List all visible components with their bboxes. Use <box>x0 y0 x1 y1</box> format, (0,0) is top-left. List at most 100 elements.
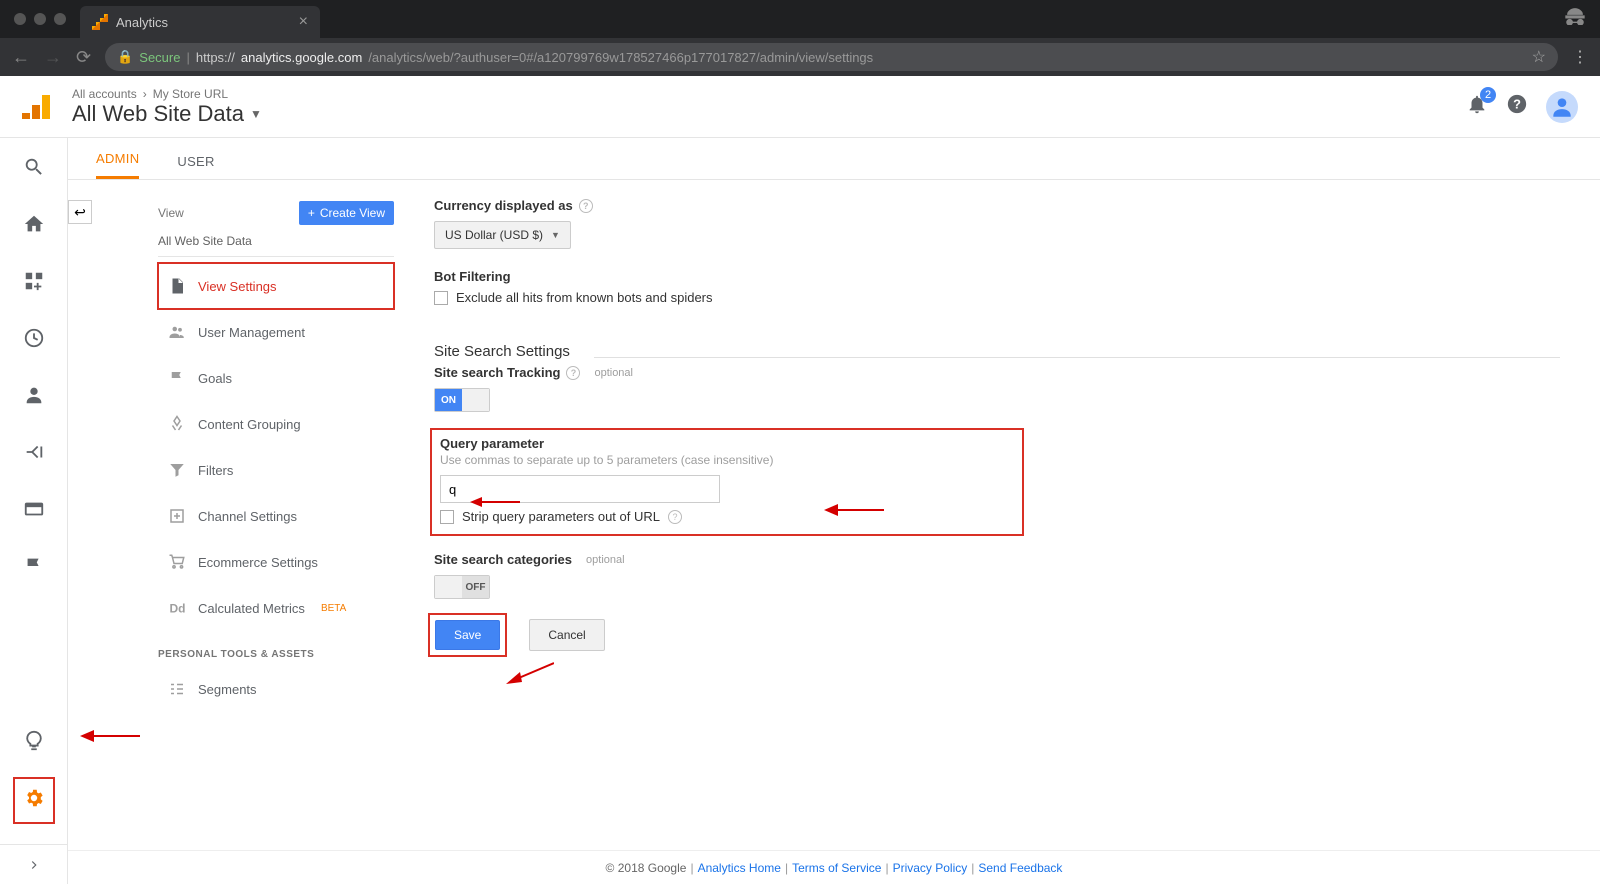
lightbulb-icon <box>23 730 45 752</box>
person-icon <box>23 384 45 406</box>
svg-text:Dd: Dd <box>170 602 186 616</box>
help-icon[interactable]: ? <box>668 510 682 524</box>
footer-link[interactable]: Send Feedback <box>978 861 1062 875</box>
footer-link[interactable]: Analytics Home <box>698 861 781 875</box>
tab-admin[interactable]: ADMIN <box>96 141 139 179</box>
rail-expand[interactable] <box>0 844 67 884</box>
optional-tag: optional <box>586 554 625 566</box>
menu-label: Ecommerce Settings <box>198 555 318 570</box>
url-field[interactable]: 🔒 Secure | https://analytics.google.com/… <box>105 43 1558 71</box>
cancel-button[interactable]: Cancel <box>529 619 604 651</box>
url-prefix: https:// <box>196 50 235 65</box>
bot-filtering-label: Bot Filtering <box>434 269 1560 284</box>
menu-view-settings[interactable]: View Settings <box>158 263 394 309</box>
app-header: All accounts › My Store URL All Web Site… <box>0 76 1600 138</box>
page-icon <box>168 277 186 295</box>
query-param-input[interactable] <box>440 475 720 503</box>
currency-label: Currency displayed as ? <box>434 198 1560 213</box>
rail-conversions[interactable] <box>23 555 45 582</box>
browser-tab[interactable]: Analytics × <box>80 6 320 38</box>
rail-home[interactable] <box>23 213 45 240</box>
traffic-lights <box>0 13 80 25</box>
categories-toggle[interactable]: OFF <box>434 575 490 599</box>
tab-user[interactable]: USER <box>177 144 214 179</box>
incognito-icon <box>1564 7 1586 31</box>
reload-icon[interactable]: ⟳ <box>76 47 91 68</box>
dd-icon: Dd <box>168 599 186 617</box>
menu-user-management[interactable]: User Management <box>158 309 394 355</box>
dashboard-icon <box>23 270 45 292</box>
rail-behavior[interactable] <box>23 498 45 525</box>
menu-segments[interactable]: Segments <box>158 666 394 712</box>
optional-tag: optional <box>594 367 633 379</box>
beta-tag: BETA <box>321 603 346 614</box>
save-outline: Save <box>434 619 501 651</box>
rail-discover[interactable] <box>23 730 45 757</box>
maximize-window[interactable] <box>54 13 66 25</box>
cat-label: Site search categories optional <box>434 552 1560 567</box>
ga-favicon-icon <box>92 14 108 30</box>
rail-audience[interactable] <box>23 384 45 411</box>
create-view-button[interactable]: + Create View <box>299 201 394 225</box>
breadcrumb[interactable]: All accounts › My Store URL <box>72 87 262 101</box>
lock-icon: 🔒 <box>117 49 133 65</box>
footer-link[interactable]: Privacy Policy <box>893 861 968 875</box>
gear-icon <box>23 787 45 809</box>
help-icon[interactable]: ? <box>579 199 593 213</box>
view-col-sub[interactable]: All Web Site Data <box>158 226 394 257</box>
strip-label: Strip query parameters out of URL <box>462 509 660 524</box>
view-column: View + Create View All Web Site Data Vie… <box>158 200 394 850</box>
menu-label: Goals <box>198 371 232 386</box>
annotation-arrow <box>504 658 554 693</box>
caret-down-icon: ▼ <box>551 230 560 240</box>
rail-customization[interactable] <box>23 270 45 297</box>
footer-link[interactable]: Terms of Service <box>792 861 881 875</box>
segments-icon <box>168 680 186 698</box>
menu-label: User Management <box>198 325 305 340</box>
site-search-section: Site Search Settings <box>434 325 1560 365</box>
menu-channel-settings[interactable]: Channel Settings <box>158 493 394 539</box>
rail-acquisition[interactable] <box>23 441 45 468</box>
qp-hint: Use commas to separate up to 5 parameter… <box>440 453 1014 467</box>
close-window[interactable] <box>14 13 26 25</box>
breadcrumb-store[interactable]: My Store URL <box>153 87 228 101</box>
flag-icon <box>168 369 186 387</box>
personal-tools-head: PERSONAL TOOLS & ASSETS <box>158 631 394 666</box>
account-avatar[interactable] <box>1546 91 1578 123</box>
rail-admin[interactable] <box>23 787 45 814</box>
currency-value: US Dollar (USD $) <box>445 228 543 242</box>
menu-content-grouping[interactable]: Content Grouping <box>158 401 394 447</box>
currency-dropdown[interactable]: US Dollar (USD $) ▼ <box>434 221 571 249</box>
back-arrow-icon[interactable]: ← <box>12 47 30 68</box>
toggle-off: OFF <box>462 576 489 598</box>
behavior-icon <box>23 498 45 520</box>
back-button[interactable]: ↩ <box>68 200 92 224</box>
notifications-button[interactable]: 2 <box>1466 93 1488 120</box>
browser-tab-bar: Analytics × <box>0 0 1600 38</box>
close-tab-icon[interactable]: × <box>299 13 308 31</box>
view-title-dropdown[interactable]: All Web Site Data ▼ <box>72 101 262 127</box>
help-button[interactable]: ? <box>1506 93 1528 120</box>
menu-ecommerce-settings[interactable]: Ecommerce Settings <box>158 539 394 585</box>
rail-search[interactable] <box>23 156 45 183</box>
menu-label: Segments <box>198 682 257 697</box>
menu-goals[interactable]: Goals <box>158 355 394 401</box>
url-path: /analytics/web/?authuser=0#/a120799769w1… <box>368 50 873 65</box>
browser-menu-icon[interactable]: ⋮ <box>1572 47 1588 67</box>
toggle-blank <box>435 576 462 598</box>
toggle-blank <box>462 389 489 411</box>
menu-calculated-metrics[interactable]: Dd Calculated Metrics BETA <box>158 585 394 631</box>
menu-filters[interactable]: Filters <box>158 447 394 493</box>
save-button[interactable]: Save <box>435 620 500 650</box>
strip-checkbox[interactable] <box>440 510 454 524</box>
bookmark-star-icon[interactable]: ☆ <box>1532 47 1546 67</box>
breadcrumb-root[interactable]: All accounts <box>72 87 137 101</box>
minimize-window[interactable] <box>34 13 46 25</box>
tracking-toggle[interactable]: ON <box>434 388 490 412</box>
forward-arrow-icon[interactable]: → <box>44 47 62 68</box>
bot-filter-checkbox[interactable] <box>434 291 448 305</box>
help-icon[interactable]: ? <box>566 366 580 380</box>
rail-realtime[interactable] <box>23 327 45 354</box>
chevron-right-icon: › <box>143 87 147 101</box>
notif-badge: 2 <box>1480 87 1496 103</box>
